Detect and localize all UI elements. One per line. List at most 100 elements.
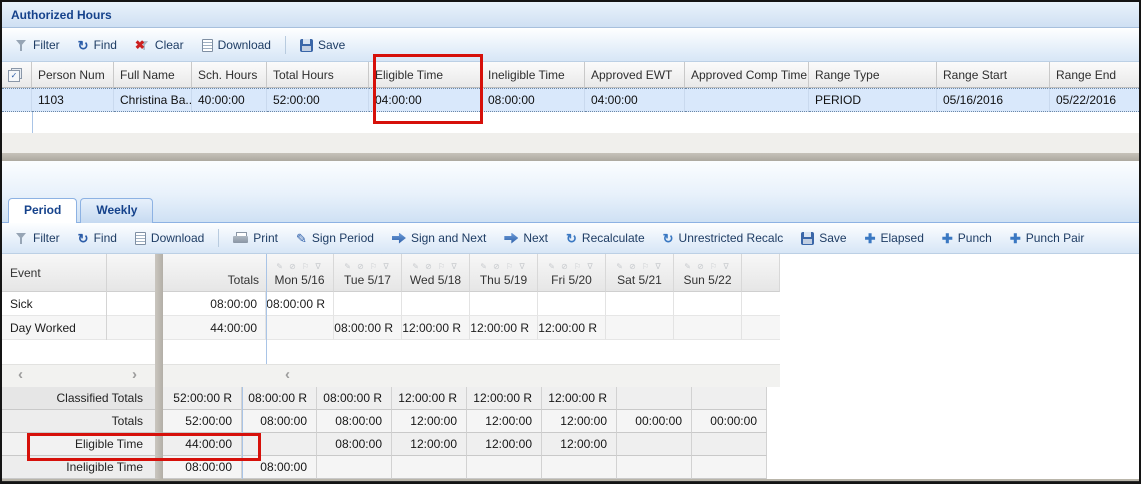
col-range-end[interactable]: Range End [1050, 62, 1141, 88]
day-cell[interactable]: 12:00:00 R [402, 316, 470, 340]
summary-row-totals: 52:00:00 08:00:00 08:00:00 12:00:00 12:0… [163, 410, 767, 433]
column-border-fragment [32, 112, 33, 134]
cell-tool-icons: ✎ ⊘ ⚐ ∇ [344, 262, 391, 273]
cell-range-type[interactable]: PERIOD [809, 88, 937, 112]
col-range-start[interactable]: Range Start [937, 62, 1050, 88]
tab-strip: Period Weekly [2, 161, 1139, 223]
col-full-name[interactable]: Full Name [114, 62, 192, 88]
day-cell[interactable]: 08:00:00 R [334, 316, 402, 340]
save-button[interactable]: Save [293, 35, 352, 55]
event-column-header: Event [2, 254, 155, 292]
event-label[interactable]: Sick [2, 292, 155, 316]
day-cell[interactable] [538, 292, 606, 316]
col-approved-ewt[interactable]: Approved EWT [585, 62, 685, 88]
cell-full-name[interactable]: Christina Ba... [114, 88, 192, 112]
summary-day-cell [242, 433, 317, 456]
summary-label-eligible-time: Eligible Time [2, 433, 155, 456]
print-button[interactable]: Print [226, 228, 285, 248]
auth-table-row[interactable]: 1103 Christina Ba... 40:00:00 52:00:00 0… [2, 88, 1141, 112]
col-eligible-time[interactable]: Eligible Time [369, 62, 482, 88]
sign-period-button[interactable]: ✎ Sign Period [289, 228, 381, 248]
sign-and-next-button[interactable]: Sign and Next [385, 228, 493, 248]
day-header-sun[interactable]: ✎ ⊘ ⚐ ∇Sun 5/22 [674, 254, 742, 292]
day-cell[interactable] [606, 292, 674, 316]
find-icon: ↻ [78, 232, 89, 245]
download-button[interactable]: Download [195, 35, 278, 55]
recalculate-button[interactable]: ↻ Recalculate [559, 228, 652, 248]
day-cell[interactable] [266, 316, 334, 340]
summary-day-cell: 12:00:00 [467, 410, 542, 433]
day-cell[interactable] [470, 292, 538, 316]
event-label[interactable]: Day Worked [2, 316, 155, 340]
summary-day-cell: 08:00:00 [317, 410, 392, 433]
day-header-wed[interactable]: ✎ ⊘ ⚐ ∇Wed 5/18 [402, 254, 470, 292]
filter-button[interactable]: Filter [8, 35, 67, 55]
day-header-mon[interactable]: ✎ ⊘ ⚐ ∇Mon 5/16 [266, 254, 334, 292]
filter-button[interactable]: Filter [8, 228, 67, 248]
day-cell[interactable] [334, 292, 402, 316]
scroll-left-icon[interactable]: ‹ [18, 366, 23, 383]
summary-day-cell [692, 456, 767, 479]
download-button[interactable]: Download [128, 228, 211, 248]
day-cell[interactable] [674, 292, 742, 316]
row-select-cell[interactable] [2, 88, 32, 112]
col-person-num[interactable]: Person Num [32, 62, 114, 88]
day-header-sat[interactable]: ✎ ⊘ ⚐ ∇Sat 5/21 [606, 254, 674, 292]
day-header-thu[interactable]: ✎ ⊘ ⚐ ∇Thu 5/19 [470, 254, 538, 292]
summary-label: Totals [2, 410, 155, 433]
cell-sch-hours[interactable]: 40:00:00 [192, 88, 267, 112]
summary-total-cell: 52:00:00 [163, 410, 242, 433]
pane-splitter[interactable] [2, 153, 1139, 161]
next-button[interactable]: Next [497, 228, 555, 248]
col-total-hours[interactable]: Total Hours [267, 62, 369, 88]
recalculate-icon: ↻ [566, 232, 577, 245]
col-range-type[interactable]: Range Type [809, 62, 937, 88]
toolbar-separator [285, 36, 286, 54]
cell-range-end[interactable]: 05/22/2016 [1050, 88, 1141, 112]
day-header-tue[interactable]: ✎ ⊘ ⚐ ∇Tue 5/17 [334, 254, 402, 292]
day-header-filler [742, 254, 780, 292]
cell-range-start[interactable]: 05/16/2016 [937, 88, 1050, 112]
sign-icon: ✎ [296, 232, 307, 245]
find-button[interactable]: ↻ Find [71, 228, 124, 248]
select-all-header[interactable] [2, 62, 32, 88]
tab-period[interactable]: Period [8, 198, 77, 223]
totals-header: Totals [163, 254, 266, 292]
col-ineligible-time[interactable]: Ineligible Time [482, 62, 585, 88]
day-header-fri[interactable]: ✎ ⊘ ⚐ ∇Fri 5/20 [538, 254, 606, 292]
scroll-left-icon[interactable]: ‹ [285, 366, 290, 383]
day-cell[interactable] [606, 316, 674, 340]
summary-day-cell: 12:00:00 [392, 433, 467, 456]
cell-person-num[interactable]: 1103 [32, 88, 114, 112]
elapsed-button[interactable]: ✚ Elapsed [858, 228, 931, 248]
col-sch-hours[interactable]: Sch. Hours [192, 62, 267, 88]
day-cell[interactable]: 12:00:00 R [470, 316, 538, 340]
day-cell[interactable]: 08:00:00 R [266, 292, 334, 316]
find-icon: ↻ [78, 39, 89, 52]
cell-ineligible-time[interactable]: 08:00:00 [482, 88, 585, 112]
day-cell[interactable] [674, 316, 742, 340]
tab-weekly[interactable]: Weekly [80, 198, 153, 223]
find-button[interactable]: ↻ Find [71, 35, 124, 55]
cell-approved-comp-time[interactable] [685, 88, 809, 112]
unrestricted-recalc-button[interactable]: ↻ Unrestricted Recalc [656, 228, 791, 248]
col-approved-comp-time[interactable]: Approved Comp Time [685, 62, 809, 88]
clear-button[interactable]: ✖ Clear [128, 35, 191, 55]
period-toolbar: Filter ↻ Find Download Print ✎ Sign Peri… [2, 223, 1139, 254]
day-cell[interactable]: 12:00:00 R [538, 316, 606, 340]
cell-total-hours[interactable]: 52:00:00 [267, 88, 369, 112]
pane-divider[interactable] [155, 254, 163, 480]
cell-tool-icons: ✎ ⊘ ⚐ ∇ [684, 262, 731, 273]
save-button[interactable]: Save [794, 228, 853, 248]
scroll-right-icon[interactable]: › [132, 366, 137, 383]
auth-table-header: Person Num Full Name Sch. Hours Total Ho… [2, 62, 1141, 88]
punch-button[interactable]: ✚ Punch [935, 228, 999, 248]
cell-eligible-time[interactable]: 04:00:00 [369, 88, 482, 112]
save-icon [300, 39, 313, 52]
punch-pair-button[interactable]: ✚ Punch Pair [1003, 228, 1092, 248]
summary-day-cell: 00:00:00 [617, 410, 692, 433]
cell-approved-ewt[interactable]: 04:00:00 [585, 88, 685, 112]
cell-tool-icons: ✎ ⊘ ⚐ ∇ [276, 262, 323, 273]
day-header-row: Totals ✎ ⊘ ⚐ ∇Mon 5/16 ✎ ⊘ ⚐ ∇Tue 5/17 ✎… [163, 254, 780, 292]
day-cell[interactable] [402, 292, 470, 316]
